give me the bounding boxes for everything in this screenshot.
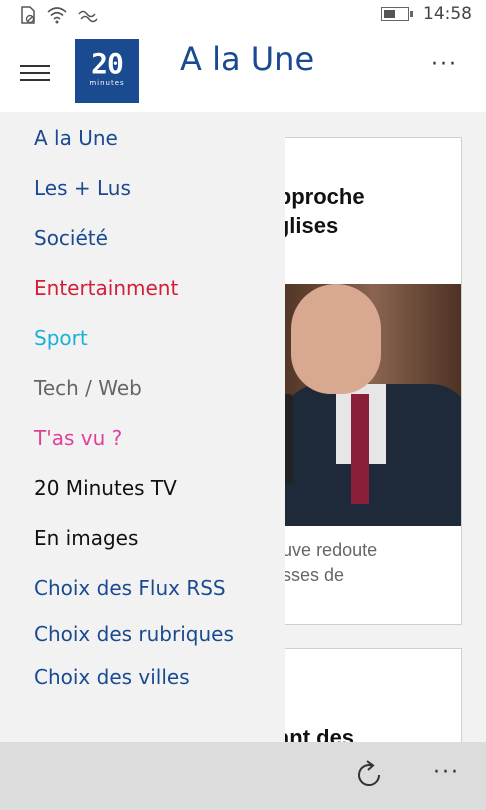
refresh-icon[interactable] xyxy=(352,758,386,792)
bottom-app-bar: ··· xyxy=(0,742,486,810)
hamburger-menu-icon[interactable] xyxy=(20,65,50,81)
navigation-drawer: A la Une Les + Lus Société Entertainment… xyxy=(0,112,285,742)
logo-subtext: minutes xyxy=(89,79,125,87)
menu-item-20-minutes-tv[interactable]: 20 Minutes TV xyxy=(34,476,177,500)
menu-item-sport[interactable]: Sport xyxy=(34,326,88,350)
more-options-button[interactable]: ··· xyxy=(433,760,460,785)
page-title: A la Une xyxy=(180,40,315,78)
sim-off-icon xyxy=(21,6,35,24)
menu-item-en-images[interactable]: En images xyxy=(34,526,138,550)
menu-item-choix-rubriques[interactable]: Choix des rubriques xyxy=(34,622,234,646)
battery-icon xyxy=(381,7,413,21)
clock: 14:58 xyxy=(423,4,472,24)
menu-item-societe[interactable]: Société xyxy=(34,226,108,250)
data-icon xyxy=(78,10,98,23)
app-logo: 20 minutes xyxy=(75,39,139,103)
logo-number: 20 xyxy=(91,47,124,80)
more-options-button[interactable]: ··· xyxy=(431,52,458,77)
menu-item-choix-flux-rss[interactable]: Choix des Flux RSS xyxy=(34,576,226,600)
battery-level xyxy=(384,10,395,18)
wifi-icon xyxy=(47,7,67,24)
menu-item-entertainment[interactable]: Entertainment xyxy=(34,276,178,300)
app-bar: 20 minutes A la Une ··· xyxy=(0,32,486,112)
menu-item-les-plus-lus[interactable]: Les + Lus xyxy=(34,176,131,200)
menu-item-choix-villes[interactable]: Choix des villes xyxy=(34,665,190,689)
menu-item-a-la-une[interactable]: A la Une xyxy=(34,126,118,150)
menu-item-tech-web[interactable]: Tech / Web xyxy=(34,376,142,400)
status-icons xyxy=(20,6,98,24)
status-bar: 14:58 xyxy=(0,0,486,32)
menu-item-tas-vu[interactable]: T'as vu ? xyxy=(34,426,122,450)
